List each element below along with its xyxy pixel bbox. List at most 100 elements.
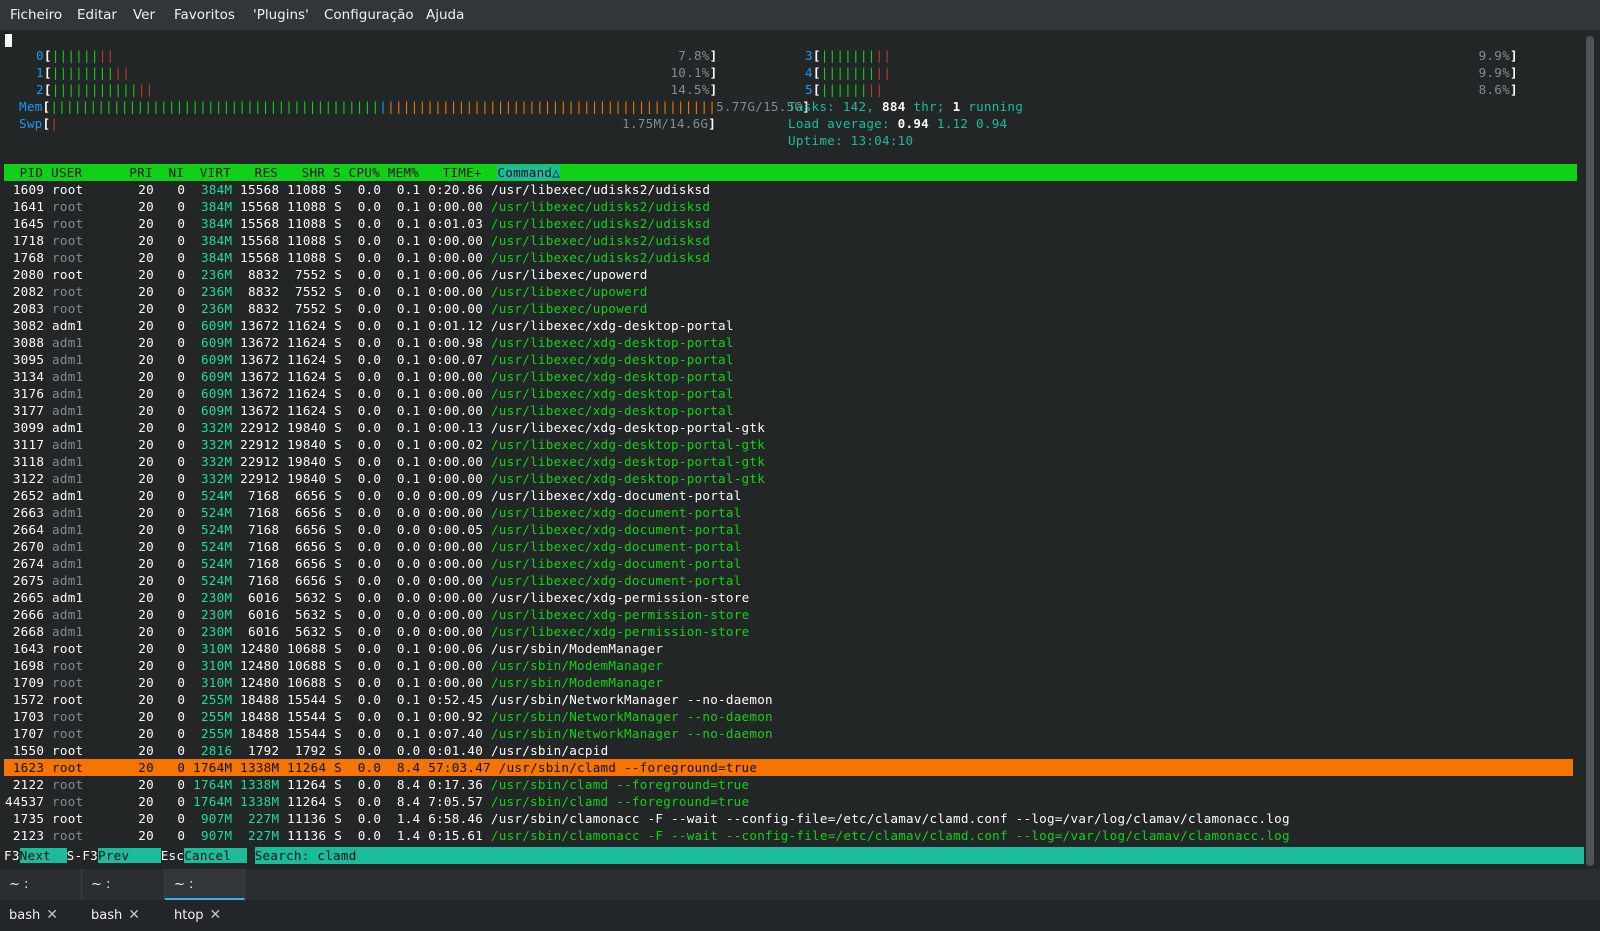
process-row[interactable]: 3176 adm1 20 0 609M 13672 11624 S 0.0 0.… — [0, 385, 1584, 402]
fn-key-label[interactable]: Prev — [98, 848, 161, 863]
process-row[interactable]: 1643 root 20 0 310M 12480 10688 S 0.0 0.… — [0, 640, 1584, 657]
time-cell: 0:07.40 — [428, 726, 484, 741]
user-cell: root — [52, 641, 84, 656]
process-row[interactable]: 2666 adm1 20 0 230M 6016 5632 S 0.0 0.0 … — [0, 606, 1584, 623]
menu-item[interactable]: Favoritos — [174, 7, 235, 23]
time-cell: 0:00.00 — [428, 386, 484, 401]
process-row[interactable]: 2665 adm1 20 0 230M 6016 5632 S 0.0 0.0 … — [0, 589, 1584, 606]
virt-cell: 230M — [200, 624, 233, 639]
menu-item[interactable]: Configuração — [324, 7, 414, 23]
meter-bracket: [ — [812, 82, 821, 97]
priority-cell: 20 — [138, 743, 154, 758]
time-cell: 0:00.00 — [428, 556, 484, 571]
fn-key[interactable]: Esc — [160, 848, 185, 863]
nice-cell: 0 — [177, 709, 186, 724]
process-row[interactable]: 2668 adm1 20 0 230M 6016 5632 S 0.0 0.0 … — [0, 623, 1584, 640]
search-label: Search: — [254, 848, 318, 863]
process-row[interactable]: 1768 root 20 0 384M 15568 11088 S 0.0 0.… — [0, 249, 1584, 266]
state-cell: S — [334, 539, 343, 554]
menu-item[interactable]: Editar — [77, 7, 117, 23]
priority-cell: 20 — [138, 709, 154, 724]
process-row[interactable]: 2082 root 20 0 236M 8832 7552 S 0.0 0.1 … — [0, 283, 1584, 300]
process-row[interactable]: 1718 root 20 0 384M 15568 11088 S 0.0 0.… — [0, 232, 1584, 249]
process-table-header[interactable]: PID USER PRI NI VIRT RES SHR S CPU% MEM%… — [4, 164, 1577, 181]
pid-cell: 1718 — [12, 233, 45, 248]
process-row[interactable]: 1709 root 20 0 310M 12480 10688 S 0.0 0.… — [0, 674, 1584, 691]
process-row[interactable]: 2652 adm1 20 0 524M 7168 6656 S 0.0 0.0 … — [0, 487, 1584, 504]
process-row[interactable]: 1703 root 20 0 255M 18488 15544 S 0.0 0.… — [0, 708, 1584, 725]
process-row[interactable]: 2123 root 20 0 907M 227M 11136 S 0.0 1.4… — [0, 827, 1584, 844]
user-cell: root — [52, 233, 84, 248]
process-row[interactable]: 3134 adm1 20 0 609M 13672 11624 S 0.0 0.… — [0, 368, 1584, 385]
shr-cell: 6656 — [295, 539, 327, 554]
menu-item[interactable]: Ficheiro — [10, 7, 62, 23]
terminal-tab[interactable]: ~ : bash ✕ — [0, 869, 82, 923]
menu-item[interactable]: Ver — [133, 7, 155, 23]
process-row[interactable]: 3118 adm1 20 0 332M 22912 19840 S 0.0 0.… — [0, 453, 1584, 470]
process-row[interactable]: 2122 root 20 0 1764M 1338M 11264 S 0.0 8… — [0, 776, 1584, 793]
search-bar[interactable]: Search: clamd — [254, 847, 1584, 864]
virt-cell: 255M — [200, 692, 233, 707]
state-cell: S — [334, 709, 343, 724]
mem-cell: 0.1 — [396, 284, 421, 299]
res-cell: 13672 — [240, 352, 280, 367]
process-row[interactable]: 1572 root 20 0 255M 18488 15544 S 0.0 0.… — [0, 691, 1584, 708]
user-cell: adm1 — [52, 369, 84, 384]
fn-key-label[interactable]: Cancel — [184, 848, 247, 863]
close-icon[interactable]: ✕ — [46, 907, 58, 923]
shr-cell: 11264 — [287, 760, 327, 775]
scrollbar-thumb[interactable] — [1586, 36, 1594, 866]
search-input[interactable]: clamd — [317, 848, 356, 863]
process-row[interactable]: 2663 adm1 20 0 524M 7168 6656 S 0.0 0.0 … — [0, 504, 1584, 521]
cpu-cell: 0.0 — [357, 607, 382, 622]
mem-cell: 0.0 — [396, 573, 421, 588]
menu-item[interactable]: Ajuda — [426, 7, 464, 23]
process-row[interactable]: 1645 root 20 0 384M 15568 11088 S 0.0 0.… — [0, 215, 1584, 232]
command-cell: /usr/libexec/xdg-permission-store — [490, 624, 750, 639]
res-cell: 7168 — [247, 488, 280, 503]
process-row[interactable]: 3082 adm1 20 0 609M 13672 11624 S 0.0 0.… — [0, 317, 1584, 334]
state-cell: S — [334, 641, 343, 656]
process-row[interactable]: 3099 adm1 20 0 332M 22912 19840 S 0.0 0.… — [0, 419, 1584, 436]
process-row[interactable]: 1641 root 20 0 384M 15568 11088 S 0.0 0.… — [0, 198, 1584, 215]
process-row[interactable]: 44537 root 20 0 1764M 1338M 11264 S 0.0 … — [0, 793, 1584, 810]
process-row[interactable]: 1735 root 20 0 907M 227M 11136 S 0.0 1.4… — [0, 810, 1584, 827]
process-row[interactable]: 2674 adm1 20 0 524M 7168 6656 S 0.0 0.0 … — [0, 555, 1584, 572]
pid-cell: 1709 — [12, 675, 45, 690]
process-row[interactable]: 2664 adm1 20 0 524M 7168 6656 S 0.0 0.0 … — [0, 521, 1584, 538]
process-row[interactable]: 1623 root 20 0 1764M 1338M 11264 S 0.0 8… — [4, 759, 1573, 776]
pid-cell: 2670 — [12, 539, 45, 554]
virt-cell: 384M — [200, 233, 233, 248]
command-cell: /usr/sbin/NetworkManager --no-daemon — [490, 692, 773, 707]
nice-cell: 0 — [177, 658, 186, 673]
fn-key-label[interactable]: Next — [19, 848, 67, 863]
process-row[interactable]: 1609 root 20 0 384M 15568 11088 S 0.0 0.… — [0, 181, 1584, 198]
terminal-tab[interactable]: ~ : htop ✕ — [165, 869, 245, 923]
vertical-scrollbar[interactable] — [1586, 36, 1594, 866]
fn-key[interactable]: S-F3 — [66, 848, 99, 863]
close-icon[interactable]: ✕ — [210, 907, 222, 923]
process-row[interactable]: 2083 root 20 0 236M 8832 7552 S 0.0 0.1 … — [0, 300, 1584, 317]
process-row[interactable]: 1707 root 20 0 255M 18488 15544 S 0.0 0.… — [0, 725, 1584, 742]
process-row[interactable]: 2080 root 20 0 236M 8832 7552 S 0.0 0.1 … — [0, 266, 1584, 283]
process-row[interactable]: 2670 adm1 20 0 524M 7168 6656 S 0.0 0.0 … — [0, 538, 1584, 555]
process-row[interactable]: 1550 root 20 0 2816 1792 1792 S 0.0 0.0 … — [0, 742, 1584, 759]
close-icon[interactable]: ✕ — [128, 907, 140, 923]
process-row[interactable]: 3088 adm1 20 0 609M 13672 11624 S 0.0 0.… — [0, 334, 1584, 351]
terminal-area[interactable]: 0[|||||||| 7.8%] 1[|||||||||| 10.1%] 2[|||… — [0, 30, 1584, 867]
process-row[interactable]: 3095 adm1 20 0 609M 13672 11624 S 0.0 0.… — [0, 351, 1584, 368]
process-list[interactable]: 1609 root 20 0 384M 15568 11088 S 0.0 0.… — [0, 181, 1584, 844]
fn-key[interactable]: F3 — [4, 848, 20, 863]
menu-item[interactable]: 'Plugins' — [253, 7, 309, 23]
res-cell: 13672 — [240, 403, 280, 418]
process-row[interactable]: 2675 adm1 20 0 524M 7168 6656 S 0.0 0.0 … — [0, 572, 1584, 589]
process-row[interactable]: 3117 adm1 20 0 332M 22912 19840 S 0.0 0.… — [0, 436, 1584, 453]
pid-cell: 1735 — [12, 811, 45, 826]
process-row[interactable]: 3122 adm1 20 0 332M 22912 19840 S 0.0 0.… — [0, 470, 1584, 487]
cpu-bar-red: || — [875, 65, 892, 80]
header-sort-column[interactable]: Command△ — [497, 165, 561, 180]
cpu-cell: 0.0 — [357, 692, 382, 707]
process-row[interactable]: 3177 adm1 20 0 609M 13672 11624 S 0.0 0.… — [0, 402, 1584, 419]
process-row[interactable]: 1698 root 20 0 310M 12480 10688 S 0.0 0.… — [0, 657, 1584, 674]
terminal-tab[interactable]: ~ : bash ✕ — [82, 869, 165, 923]
